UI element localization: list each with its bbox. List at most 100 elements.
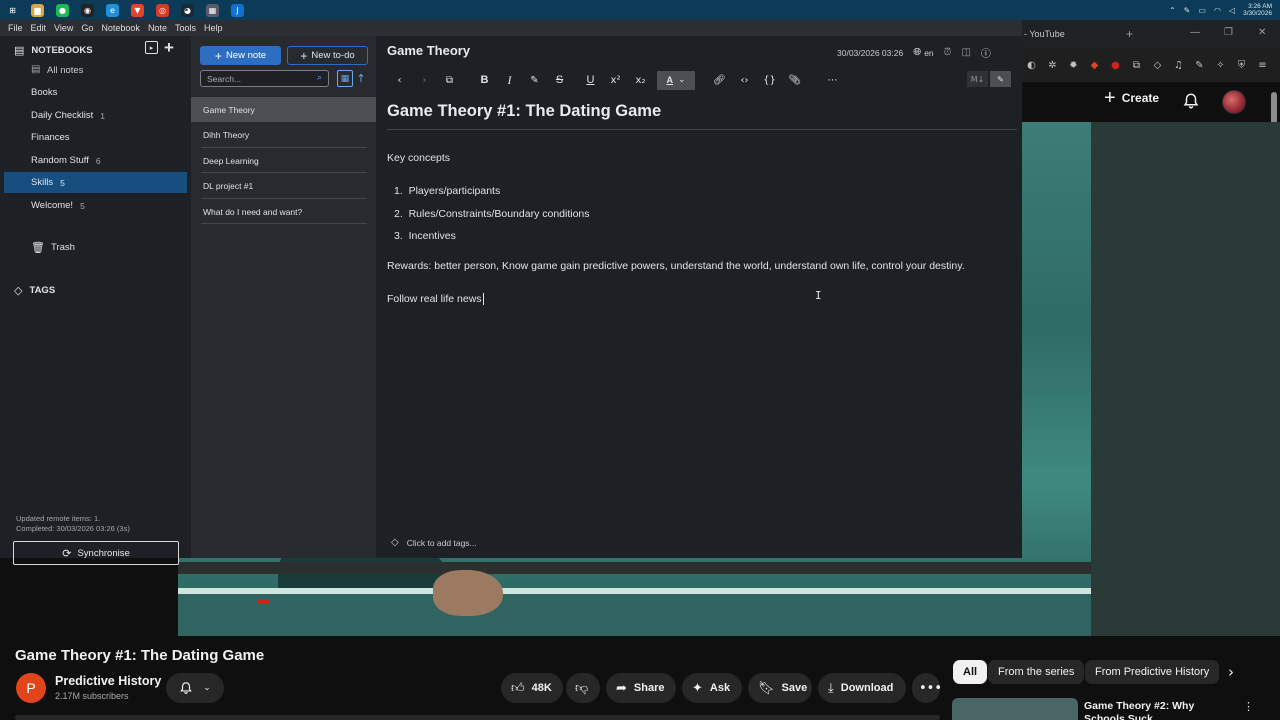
code-icon[interactable]: ‹› (732, 70, 757, 90)
more-actions-button[interactable]: ••• (912, 673, 942, 703)
extension-icon[interactable]: ✲ (1045, 58, 1060, 73)
chip-from-series[interactable]: From the series (988, 660, 1085, 684)
layout-icon[interactable]: ◫ (961, 47, 970, 58)
brave-icon[interactable]: ▼ (131, 3, 144, 17)
new-todo-button[interactable]: + New to-do (287, 46, 368, 65)
external-edit-icon[interactable]: ⧉ (437, 70, 462, 90)
sidebar-item-random-stuff[interactable]: Random Stuff 6 (4, 150, 187, 171)
rich-text-editor-icon[interactable]: ✎ (990, 71, 1011, 87)
code-block-icon[interactable]: {} (757, 70, 782, 90)
search-input[interactable] (207, 73, 307, 84)
link-icon[interactable]: 🔗︎ (707, 70, 732, 90)
synchronise-button[interactable]: ⟳ Synchronise (13, 541, 179, 565)
notifications-bell-icon[interactable] (1182, 92, 1200, 110)
text-color-button[interactable]: A ⌄ (657, 70, 695, 90)
superscript-icon[interactable]: x² (603, 70, 628, 90)
download-button[interactable]: ⤓ Download (818, 673, 906, 703)
more-icon[interactable]: ⋯ (820, 70, 845, 90)
volume-icon[interactable]: ◁ (1229, 6, 1235, 15)
subscript-icon[interactable]: x₂ (628, 70, 653, 90)
create-button[interactable]: + Create (1104, 88, 1159, 108)
recommended-thumbnail[interactable] (952, 698, 1078, 720)
highlight-icon[interactable]: ✎ (522, 70, 547, 90)
edge-icon[interactable]: e (106, 3, 119, 17)
menu-item-tools[interactable]: Tools (175, 23, 196, 33)
spotify-icon[interactable]: ● (56, 3, 69, 17)
sidebar-item-daily-checklist[interactable]: Daily Checklist 1 (4, 105, 187, 126)
note-body[interactable]: Game Theory #1: The Dating Game Key conc… (387, 102, 1017, 305)
more-vertical-icon[interactable]: ⋮ (1243, 700, 1254, 713)
alarm-icon[interactable]: ⏰︎ (944, 47, 952, 58)
ask-button[interactable]: ✦ Ask (682, 673, 742, 703)
sort-direction-icon[interactable]: ↑ (355, 70, 367, 87)
notebooks-header[interactable]: ▤ NOTEBOOKS (14, 44, 93, 57)
like-button[interactable]: 👍︎ 48K (501, 673, 563, 703)
sidebar-item-finances[interactable]: Finances (4, 127, 187, 148)
menu-item-view[interactable]: View (54, 23, 73, 33)
shield-icon[interactable]: ⛨ (1234, 58, 1249, 73)
clock[interactable]: 3:26 AM 3/30/2026 (1243, 3, 1272, 17)
underline-button[interactable]: U (578, 70, 603, 90)
tags-header[interactable]: ◇ TAGS (14, 284, 55, 297)
minimize-icon[interactable]: — (1190, 27, 1200, 38)
note-list-item[interactable]: What do I need and want? (191, 199, 376, 224)
menu-item-edit[interactable]: Edit (31, 23, 47, 33)
wifi-icon[interactable]: ◠ (1214, 6, 1221, 15)
extension-icon[interactable]: ◇ (1150, 58, 1165, 73)
app-dark-icon[interactable]: ◉ (81, 3, 94, 17)
forward-icon[interactable]: › (412, 70, 437, 90)
channel-avatar[interactable]: P (16, 673, 46, 703)
tag-bar[interactable]: ◇ Click to add tags... (391, 537, 477, 548)
steam-icon[interactable]: ◕ (181, 3, 194, 17)
sidebar-item-books[interactable]: Books (4, 82, 187, 103)
file-explorer-icon[interactable]: ▆ (31, 3, 44, 17)
gallery-icon[interactable]: ▦ (206, 3, 219, 17)
strikethrough-button[interactable]: S (547, 70, 572, 90)
music-icon[interactable]: ♫ (1171, 58, 1186, 73)
note-list-item[interactable]: Dihh Theory (191, 123, 376, 148)
chevron-right-icon[interactable]: › (1228, 663, 1234, 681)
search-icon[interactable]: ⌕ (317, 73, 322, 83)
markdown-editor-icon[interactable]: M↓ (967, 71, 988, 87)
menu-item-go[interactable]: Go (81, 23, 93, 33)
chrome-icon[interactable]: ◎ (156, 3, 169, 17)
sidebar-item-skills[interactable]: Skills 5 (4, 172, 187, 193)
windows-icon[interactable]: ⊞ (6, 3, 19, 17)
add-notebook-icon[interactable]: + (164, 39, 174, 56)
collapse-icon[interactable]: ▸ (145, 41, 158, 54)
pen-icon[interactable]: ✎ (1184, 6, 1191, 15)
menu-item-help[interactable]: Help (204, 23, 223, 33)
italic-button[interactable]: I (497, 70, 522, 90)
dislike-button[interactable]: 👎︎ (566, 673, 600, 703)
back-icon[interactable]: ‹ (387, 70, 412, 90)
attach-icon[interactable]: 📎︎ (782, 70, 807, 90)
extension-icon[interactable]: ◐ (1024, 58, 1039, 73)
bold-button[interactable]: B (472, 70, 497, 90)
info-icon[interactable]: ⓘ (981, 45, 991, 60)
language-selector[interactable]: 🌐︎ en (913, 47, 933, 58)
new-tab-icon[interactable]: + (1126, 27, 1133, 41)
note-datetime[interactable]: 30/03/2026 03:26 (837, 48, 903, 58)
extension-icon[interactable]: ● (1108, 58, 1123, 73)
extension-icon[interactable]: ✹ (1066, 58, 1081, 73)
note-list-item[interactable]: Game Theory (191, 97, 376, 122)
recommended-title[interactable]: Game Theory #2: Why Schools Suck (1084, 700, 1234, 720)
chip-from-channel[interactable]: From Predictive History (1085, 660, 1220, 684)
menu-item-note[interactable]: Note (148, 23, 167, 33)
chip-all[interactable]: All (953, 660, 988, 684)
menu-item-file[interactable]: File (8, 23, 23, 33)
battery-icon[interactable]: ▭ (1198, 6, 1206, 15)
menu-item-notebook[interactable]: Notebook (101, 23, 140, 33)
favorites-icon[interactable]: ✧ (1213, 58, 1228, 73)
save-button[interactable]: 🔖︎ Save (748, 673, 812, 703)
channel-name[interactable]: Predictive History (55, 674, 161, 688)
edit-icon[interactable]: ✎ (1192, 58, 1207, 73)
share-button[interactable]: ➦ Share (606, 673, 676, 703)
note-list-item[interactable]: Deep Learning (191, 148, 376, 173)
sidebar-item-all-notes[interactable]: ▤ All notes (4, 60, 187, 81)
new-note-button[interactable]: + New note (200, 46, 281, 65)
menu-icon[interactable]: ≡ (1255, 58, 1270, 73)
account-avatar[interactable] (1222, 90, 1246, 114)
note-title[interactable]: Game Theory (387, 43, 470, 58)
sidebar-item-trash[interactable]: 🗑︎ Trash (4, 237, 187, 258)
